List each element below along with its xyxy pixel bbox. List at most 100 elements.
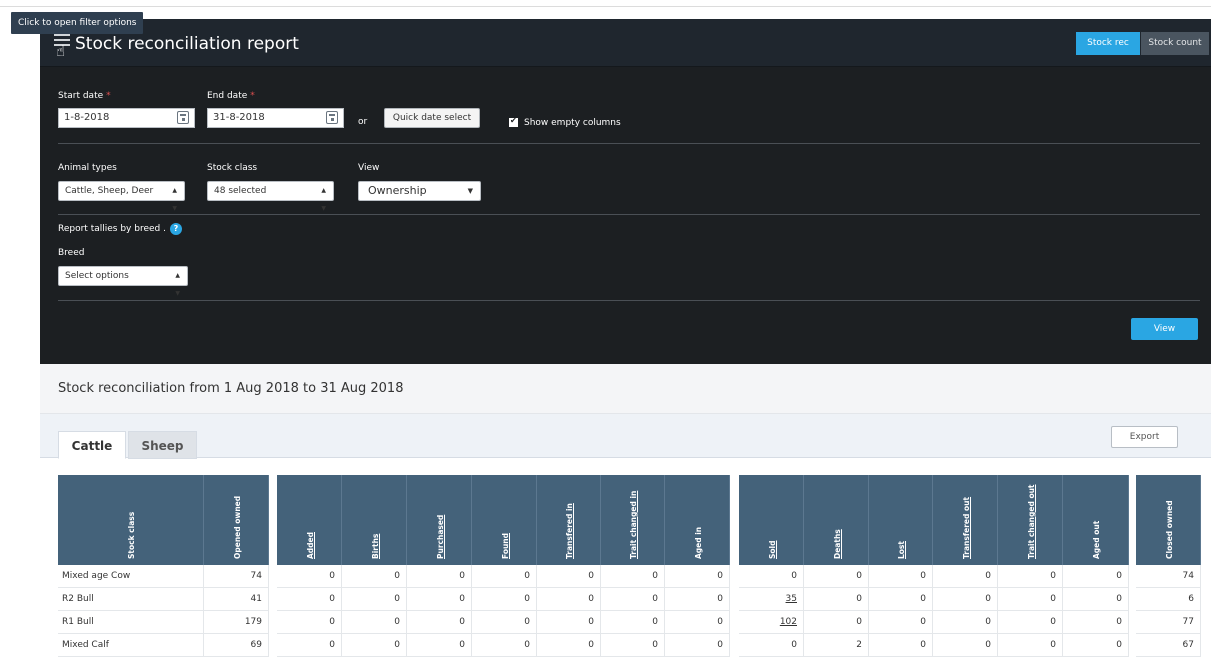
stock-count-button[interactable]: Stock count xyxy=(1141,32,1209,55)
cell-value: 0 xyxy=(394,571,400,581)
cell-value: 0 xyxy=(588,640,594,650)
hand-cursor-icon: ☝ xyxy=(56,42,66,60)
view-value: Ownership xyxy=(368,184,427,197)
table-cell: 0 xyxy=(277,634,342,657)
dropdown-arrow-icon: ▼ xyxy=(467,187,473,195)
cell-value: R1 Bull xyxy=(62,617,94,627)
cell-value: 0 xyxy=(652,594,658,604)
view-select[interactable]: Ownership ▼ xyxy=(358,181,481,201)
table-cell: 0 xyxy=(342,588,407,611)
table-cell: 0 xyxy=(869,634,933,657)
cell-value: 0 xyxy=(394,617,400,627)
help-icon[interactable]: ? xyxy=(169,223,182,235)
animal-types-value: Cattle, Sheep, Deer xyxy=(65,186,154,196)
table-cell: 0 xyxy=(804,611,869,634)
table-cell: 0 xyxy=(277,588,342,611)
cell-value: 35 xyxy=(785,594,797,604)
show-empty-columns-label: Show empty columns xyxy=(524,118,621,128)
page: Click to open filter options ☝ Stock rec… xyxy=(0,0,1211,672)
table-cell: 0 xyxy=(998,611,1063,634)
cell-value: 0 xyxy=(985,594,991,604)
quick-date-select-button[interactable]: Quick date select xyxy=(384,108,480,128)
calendar-icon[interactable] xyxy=(177,111,189,124)
column-header[interactable]: Trait changed in xyxy=(601,475,665,565)
cell-value: 0 xyxy=(652,640,658,650)
table-cell: 0 xyxy=(537,634,601,657)
report-header: ☝ Stock reconciliation report Stock rec … xyxy=(40,19,1211,67)
cell-value: 0 xyxy=(985,640,991,650)
stock-rec-button[interactable]: Stock rec xyxy=(1076,32,1140,55)
column-header-label: Transfered out xyxy=(961,496,971,559)
cell-value: 0 xyxy=(1116,594,1122,604)
table-cell: 6 xyxy=(1136,588,1201,611)
calendar-icon[interactable] xyxy=(326,111,338,124)
export-button[interactable]: Export xyxy=(1111,426,1178,448)
cell-value: 0 xyxy=(329,571,335,581)
column-header[interactable]: Lost xyxy=(869,475,933,565)
table-cell: 0 xyxy=(998,565,1063,588)
divider xyxy=(58,143,1200,144)
cell-value: Mixed age Cow xyxy=(62,571,131,581)
table-cell: 0 xyxy=(804,588,869,611)
row-stock-class: R2 Bull xyxy=(58,588,204,611)
column-header[interactable]: Births xyxy=(342,475,407,565)
tabs-area: Cattle Sheep Export xyxy=(40,414,1211,459)
column-header: Opened owned xyxy=(204,475,269,565)
table-cell: 0 xyxy=(342,565,407,588)
cell-value: 0 xyxy=(459,594,465,604)
table-cell: 74 xyxy=(204,565,269,588)
cell-value: 0 xyxy=(856,571,862,581)
view-button[interactable]: View xyxy=(1131,318,1198,340)
divider xyxy=(58,214,1200,215)
column-header-label: Purchased xyxy=(435,514,445,559)
stock-table: Stock class Opened owned Added Births Purcha… xyxy=(0,475,1211,672)
start-date-field[interactable]: 1-8-2018 xyxy=(58,108,195,128)
end-date-field[interactable]: 31-8-2018 xyxy=(207,108,344,128)
tab-cattle[interactable]: Cattle xyxy=(58,431,126,459)
column-header[interactable]: Deaths xyxy=(804,475,869,565)
table-cell: 0 xyxy=(537,565,601,588)
cell-value: 0 xyxy=(717,640,723,650)
column-header[interactable]: Found xyxy=(472,475,537,565)
table-cell: 74 xyxy=(1136,565,1201,588)
cell-value: 0 xyxy=(920,571,926,581)
cell-value: 0 xyxy=(394,640,400,650)
show-empty-columns-checkbox[interactable] xyxy=(509,116,518,127)
top-border xyxy=(0,6,1211,7)
table-cell: 0 xyxy=(407,611,472,634)
column-header[interactable]: Transfered out xyxy=(933,475,998,565)
column-header[interactable]: Added xyxy=(277,475,342,565)
table-cell: 41 xyxy=(204,588,269,611)
table-cell: 0 xyxy=(739,565,804,588)
column-header[interactable]: Purchased xyxy=(407,475,472,565)
cell-value: 0 xyxy=(459,571,465,581)
table-cell: 0 xyxy=(933,565,998,588)
cell-value: 0 xyxy=(1116,640,1122,650)
stock-class-select[interactable]: 48 selected ▲ ▼ xyxy=(207,181,334,212)
table-cell: 0 xyxy=(665,611,730,634)
column-header[interactable]: Trait changed out xyxy=(998,475,1063,565)
cell-value: 0 xyxy=(920,617,926,627)
animal-types-select[interactable]: Cattle, Sheep, Deer ▲ ▼ xyxy=(58,181,185,212)
table-cell: 0 xyxy=(537,588,601,611)
column-header-label: Lost xyxy=(897,541,906,559)
breed-select[interactable]: Select options ▲ ▼ xyxy=(58,266,188,297)
column-header[interactable]: Sold xyxy=(739,475,804,565)
table-cell: 0 xyxy=(407,634,472,657)
start-date-value: 1-8-2018 xyxy=(64,112,110,123)
table-cell: 0 xyxy=(537,611,601,634)
cell-value: 0 xyxy=(1116,571,1122,581)
table-cell: 179 xyxy=(204,611,269,634)
cell-value: 0 xyxy=(1050,594,1056,604)
cell-value: 0 xyxy=(856,617,862,627)
summary-text: Stock reconciliation from 1 Aug 2018 to … xyxy=(58,381,404,396)
table-cell: 0 xyxy=(407,588,472,611)
tab-sheep[interactable]: Sheep xyxy=(128,431,197,459)
row-stock-class: R1 Bull xyxy=(58,611,204,634)
column-header[interactable]: Transfered in xyxy=(537,475,601,565)
table-cell: 0 xyxy=(998,588,1063,611)
table-cell[interactable]: 35 xyxy=(739,588,804,611)
table-cell[interactable]: 102 xyxy=(739,611,804,634)
end-date-label: End date * xyxy=(207,91,255,101)
table-cell: 0 xyxy=(472,588,537,611)
